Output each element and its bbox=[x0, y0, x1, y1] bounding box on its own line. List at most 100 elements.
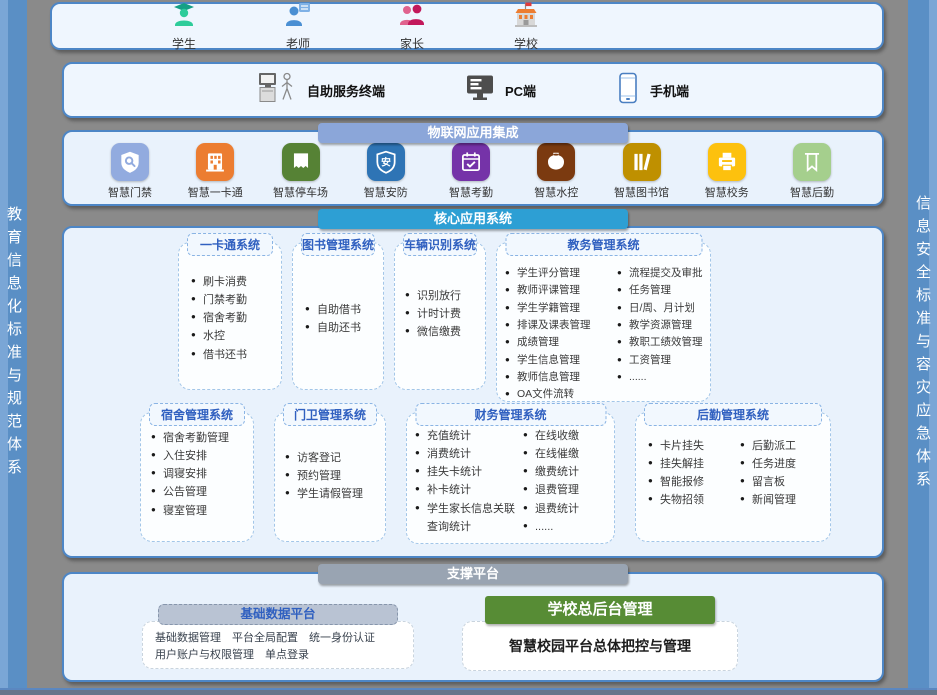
student-icon bbox=[170, 1, 198, 34]
list-item: 调寝安排 bbox=[151, 465, 251, 483]
smart-library-icon bbox=[623, 143, 661, 181]
list-item: 计时计费 bbox=[405, 305, 483, 323]
system-library: 图书管理系统 自助借书自助还书 bbox=[292, 242, 384, 390]
list-item: 门禁考勤 bbox=[191, 291, 277, 309]
list-item: 留言板 bbox=[740, 473, 828, 491]
list-item: 识别放行 bbox=[405, 287, 483, 305]
iot-item-access: 智慧门禁 bbox=[90, 143, 170, 200]
iot-item-attendance: 智慧考勤 bbox=[431, 143, 511, 200]
list-item: 任务进度 bbox=[740, 455, 828, 473]
bottom-divider bbox=[0, 688, 937, 695]
list-item: 退费统计 bbox=[523, 500, 612, 518]
list-item: OA文件流转 bbox=[505, 386, 617, 403]
system-items-col2: 在线收缴在线催缴缴费统计退费管理退费统计...... bbox=[523, 427, 612, 536]
iot-label: 智慧校务 bbox=[705, 184, 749, 200]
iot-label: 智慧图书馆 bbox=[614, 184, 669, 200]
list-item: 成绩管理 bbox=[505, 334, 617, 351]
smart-access-icon bbox=[111, 143, 149, 181]
smart-logistics-icon bbox=[793, 143, 831, 181]
system-items-col1: 充值统计消费统计挂失卡统计补卡统计学生家长信息关联查询统计 bbox=[415, 427, 523, 536]
list-item: 学生请假管理 bbox=[285, 485, 383, 503]
pc-icon bbox=[465, 74, 495, 107]
list-item: 自助还书 bbox=[305, 319, 381, 337]
system-vehicle: 车辆识别系统 识别放行计时计费微信缴费 bbox=[394, 242, 486, 390]
user-label: 家长 bbox=[400, 35, 424, 52]
terminal-mobile: 手机端 bbox=[616, 72, 689, 109]
users-panel: 学生 老师 bbox=[50, 2, 884, 50]
school-admin-title: 学校总后台管理 bbox=[485, 596, 715, 624]
list-item: 卡片挂失 bbox=[648, 437, 740, 455]
user-parents: 家长 bbox=[392, 1, 432, 52]
list-item: 教师信息管理 bbox=[505, 369, 617, 386]
iot-label: 智慧考勤 bbox=[449, 184, 493, 200]
system-title: 一卡通系统 bbox=[187, 233, 273, 256]
system-items: 宿舍考勤管理入住安排调寝安排公告管理寝室管理 bbox=[141, 413, 253, 520]
right-banner-text: 信息安全标准与容灾应急体系 bbox=[912, 195, 933, 494]
system-title: 门卫管理系统 bbox=[283, 403, 377, 426]
system-title: 教务管理系统 bbox=[505, 233, 702, 256]
iot-label: 智慧一卡通 bbox=[188, 184, 243, 200]
terminal-label: PC端 bbox=[505, 81, 536, 100]
list-item: ...... bbox=[523, 518, 612, 536]
base-platform-title: 基础数据平台 bbox=[158, 604, 398, 625]
terminal-label: 手机端 bbox=[650, 81, 689, 100]
smart-onecard-icon bbox=[196, 143, 234, 181]
smart-water-icon bbox=[537, 143, 575, 181]
list-item: 日/周、月计划 bbox=[617, 300, 708, 317]
school-admin-platform: 学校总后台管理 智慧校园平台总体把控与管理 bbox=[462, 596, 738, 671]
smart-affairs-icon bbox=[708, 143, 746, 181]
list-item: 公告管理 bbox=[151, 483, 251, 501]
list-item: 缴费统计 bbox=[523, 463, 612, 481]
list-item: 挂失解挂 bbox=[648, 455, 740, 473]
base-data-platform: 基础数据平台 基础数据管理 平台全局配置 统一身份认证 用户账户与权限管理 单点… bbox=[142, 604, 414, 669]
user-label: 学校 bbox=[514, 35, 538, 52]
system-title: 图书管理系统 bbox=[301, 233, 375, 256]
list-item: 访客登记 bbox=[285, 449, 383, 467]
list-item: 新闻管理 bbox=[740, 491, 828, 509]
list-item: 借书还书 bbox=[191, 346, 277, 364]
system-title: 财务管理系统 bbox=[415, 403, 606, 426]
list-item: 教职工绩效管理 bbox=[617, 334, 708, 351]
system-finance: 财务管理系统 充值统计消费统计挂失卡统计补卡统计学生家长信息关联查询统计 在线收… bbox=[406, 412, 615, 544]
list-item: 寝室管理 bbox=[151, 502, 251, 520]
terminals-panel: 自助服务终端 PC端 bbox=[62, 62, 884, 118]
system-title: 后勤管理系统 bbox=[644, 403, 822, 426]
support-header: 支撑平台 bbox=[318, 564, 628, 584]
smart-security-icon: 安 bbox=[367, 143, 405, 181]
list-item: 排课及课表管理 bbox=[505, 317, 617, 334]
system-academic: 教务管理系统 学生评分管理教师评课管理学生学籍管理排课及课表管理成绩管理学生信息… bbox=[496, 242, 711, 402]
list-item: 教师评课管理 bbox=[505, 282, 617, 299]
system-items: 刷卡消费门禁考勤宿舍考勤水控借书还书 bbox=[179, 243, 281, 364]
user-label: 学生 bbox=[172, 35, 196, 52]
system-items: 自助借书自助还书 bbox=[293, 243, 383, 337]
list-item: 学生评分管理 bbox=[505, 265, 617, 282]
list-item: 任务管理 bbox=[617, 282, 708, 299]
list-item: 在线催缴 bbox=[523, 445, 612, 463]
system-items-col2: 流程提交及审批任务管理日/周、月计划教学资源管理教职工绩效管理工资管理.....… bbox=[617, 265, 708, 404]
list-item: 学生学籍管理 bbox=[505, 300, 617, 317]
list-item: 水控 bbox=[191, 327, 277, 345]
list-item: 宿舍考勤管理 bbox=[151, 429, 251, 447]
system-items-col1: 学生评分管理教师评课管理学生学籍管理排课及课表管理成绩管理学生信息管理教师信息管… bbox=[505, 265, 617, 404]
svg-text:安: 安 bbox=[381, 155, 391, 168]
system-logistics: 后勤管理系统 卡片挂失挂失解挂智能报修失物招领 后勤派工任务进度留言板新闻管理 bbox=[635, 412, 831, 542]
system-items: 访客登记预约管理学生请假管理 bbox=[275, 413, 385, 503]
core-header: 核心应用系统 bbox=[318, 209, 628, 229]
system-items-col2: 后勤派工任务进度留言板新闻管理 bbox=[740, 437, 828, 510]
iot-item-logistics: 智慧后勤 bbox=[772, 143, 852, 200]
list-item: 补卡统计 bbox=[415, 481, 523, 499]
list-item: 挂失卡统计 bbox=[415, 463, 523, 481]
kiosk-icon bbox=[257, 70, 297, 111]
iot-label: 智慧门禁 bbox=[108, 184, 152, 200]
system-title: 宿舍管理系统 bbox=[149, 403, 245, 426]
iot-header: 物联网应用集成 bbox=[318, 123, 628, 143]
list-item: 充值统计 bbox=[415, 427, 523, 445]
school-admin-desc: 智慧校园平台总体把控与管理 bbox=[509, 636, 691, 656]
smart-campus-architecture-diagram: 教育信息化标准与规范体系 信息安全标准与容灾应急体系 学生 bbox=[0, 0, 937, 695]
user-teacher: 老师 bbox=[278, 1, 318, 52]
phone-icon bbox=[616, 72, 640, 109]
right-banner: 信息安全标准与容灾应急体系 bbox=[908, 0, 937, 688]
user-student: 学生 bbox=[164, 1, 204, 52]
system-items: 识别放行计时计费微信缴费 bbox=[395, 243, 485, 341]
list-item: 刷卡消费 bbox=[191, 273, 277, 291]
